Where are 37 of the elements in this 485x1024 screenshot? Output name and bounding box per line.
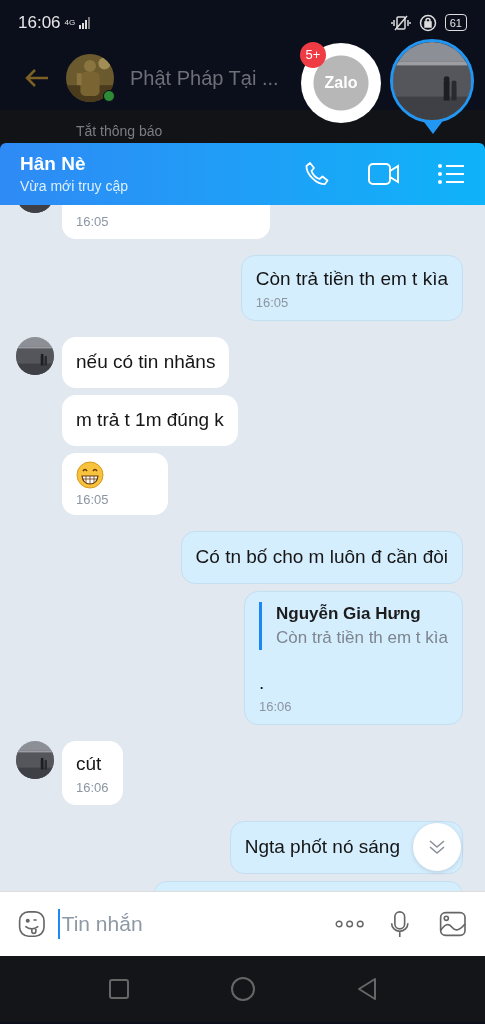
message-time: 16:06 (76, 779, 109, 797)
recent-apps-icon[interactable] (107, 978, 130, 1000)
message-text: cút (76, 752, 103, 776)
sender-avatar[interactable] (16, 337, 54, 375)
message-text: Ngta phốt nó sáng (244, 835, 400, 859)
more-icon[interactable] (334, 918, 364, 930)
message-time: 16:05 (76, 491, 110, 509)
message-input[interactable]: Tin nhắn (57, 909, 335, 939)
composer-bar[interactable]: Tin nhắn (0, 891, 485, 956)
message-text: . (259, 671, 266, 695)
back-icon[interactable] (355, 977, 378, 1001)
quoted-author: Nguyễn Gia Hưng (276, 603, 422, 625)
last-seen-status: Vừa mới truy cập (20, 176, 129, 196)
message-text: m trả t 1m đúng k (76, 408, 224, 432)
signal-icon (79, 16, 92, 29)
message-text: Còn trả tiền th em t kìa (255, 267, 448, 291)
battery-percent: 61 (449, 15, 462, 30)
back-arrow-icon[interactable] (24, 67, 50, 88)
message-time: 16:06 (259, 698, 293, 716)
network-type: 4G (64, 18, 76, 27)
contact-name: Hân Nè (20, 151, 87, 176)
quoted-text: Còn trả tiền th em t kìa (276, 627, 448, 649)
message-text: Có tn bố cho m luôn đ cần đòi (195, 545, 448, 569)
notification-badge: 5+ (300, 42, 326, 68)
mute-label: Tắt thông báo (76, 122, 163, 141)
message-text: nếu có tin nhăns (76, 350, 216, 374)
message-time: 16:05 (76, 213, 110, 231)
chat-title: Phật Pháp Tại ... (130, 65, 279, 91)
rotation-lock-icon (418, 13, 437, 32)
home-icon[interactable] (229, 976, 256, 1002)
message-time: 16:05 (255, 294, 290, 312)
grinning-face-icon (76, 461, 104, 489)
video-call-icon[interactable] (367, 161, 401, 187)
sender-avatar[interactable] (16, 741, 54, 779)
vibrate-off-icon (390, 13, 411, 32)
clock-time: 16:06 (18, 11, 61, 34)
phone-call-icon[interactable] (303, 160, 331, 188)
